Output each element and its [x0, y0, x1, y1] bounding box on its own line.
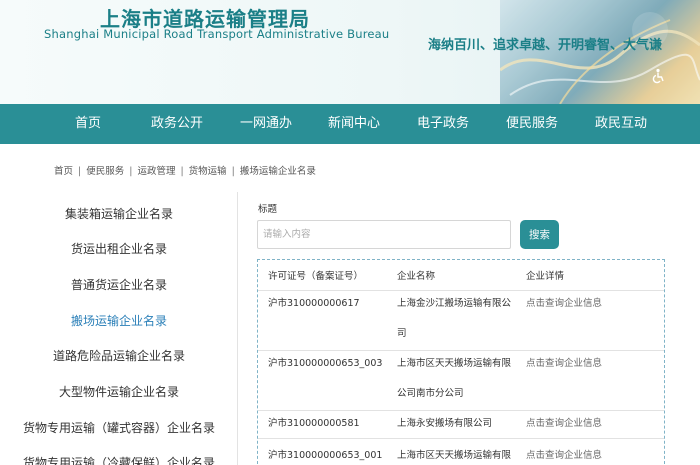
breadcrumb-separator: |: [180, 166, 184, 177]
sidebar-item-general-freight[interactable]: 普通货运企业名录: [0, 276, 238, 293]
sidebar-item-container-transport[interactable]: 集装箱运输企业名录: [0, 205, 238, 222]
table-cell-license: 沪市310000000617: [268, 298, 360, 309]
nav-item-citizen-services[interactable]: 便民服务: [492, 104, 572, 144]
site-header: 上海市道路运输管理局 Shanghai Municipal Road Trans…: [0, 0, 700, 104]
sidebar-item-tank-container[interactable]: 货物专用运输（罐式容器）企业名录: [0, 419, 238, 436]
sidebar-item-moving-transport[interactable]: 搬场运输企业名录: [0, 312, 238, 329]
nav-item-home[interactable]: 首页: [48, 104, 128, 144]
table-divider: [258, 438, 664, 439]
main-nav: 首页 政务公开 一网通办 新闻中心 电子政务 便民服务 政民互动: [0, 104, 700, 144]
breadcrumb-separator: |: [231, 166, 235, 177]
table-header-license: 许可证号（备案证号）: [268, 271, 364, 282]
breadcrumb: 首页 | 便民服务 | 运政管理 | 货物运输 | 搬场运输企业名录: [54, 163, 316, 177]
sidebar-item-freight-taxi[interactable]: 货运出租企业名录: [0, 240, 238, 257]
search-title-label: 标题: [258, 204, 278, 215]
table-cell-license: 沪市310000000581: [268, 418, 360, 429]
table-cell-company-name-cont: 公司南市分公司: [397, 388, 464, 399]
breadcrumb-separator: |: [129, 166, 133, 177]
breadcrumb-transport-admin[interactable]: 运政管理: [137, 163, 175, 177]
breadcrumb-separator: |: [78, 166, 82, 177]
nav-item-news-center[interactable]: 新闻中心: [314, 104, 394, 144]
table-cell-detail-link[interactable]: 点击查询企业信息: [526, 350, 602, 378]
nav-item-government-affairs[interactable]: 政务公开: [137, 104, 217, 144]
table-cell-company-name: 上海市区天天搬场运输有限: [397, 358, 512, 369]
table-cell-company-name-cont: 司: [397, 328, 407, 339]
table-cell-company-name: 上海金沙江搬场运输有限公: [397, 298, 512, 309]
table-cell-detail-link[interactable]: 点击查询企业信息: [526, 410, 602, 438]
search-button[interactable]: 搜索: [520, 220, 559, 249]
wheelchair-accessibility-icon[interactable]: [650, 68, 666, 84]
table-cell-company-name: 上海市区天天搬场运输有限: [397, 450, 512, 461]
header-slogan: 海纳百川、追求卓越、开明睿智、大气谦: [428, 38, 663, 53]
table-cell-detail-link[interactable]: 点击查询企业信息: [526, 442, 602, 465]
table-cell-detail-link[interactable]: 点击查询企业信息: [526, 290, 602, 318]
site-title-en: Shanghai Municipal Road Transport Admini…: [44, 27, 390, 41]
table-header-details: 企业详情: [526, 271, 565, 282]
sidebar-item-large-cargo[interactable]: 大型物件运输企业名录: [0, 383, 238, 400]
breadcrumb-current: 搬场运输企业名录: [239, 166, 316, 177]
table-cell-company-name: 上海永安搬场有限公司: [397, 418, 493, 429]
table-header-company-name: 企业名称: [397, 271, 436, 282]
nav-item-e-government[interactable]: 电子政务: [403, 104, 483, 144]
sidebar-item-cold-chain[interactable]: 货物专用运输（冷藏保鲜）企业名录: [0, 454, 238, 465]
nav-item-one-stop-service[interactable]: 一网通办: [226, 104, 306, 144]
table-cell-license: 沪市310000000653_003: [268, 358, 383, 369]
table-cell-license: 沪市310000000653_001: [268, 450, 383, 461]
search-input[interactable]: [257, 220, 511, 249]
sidebar-item-hazardous-goods[interactable]: 道路危险品运输企业名录: [0, 347, 238, 364]
breadcrumb-freight-transport[interactable]: 货物运输: [189, 163, 227, 177]
nav-item-public-interaction[interactable]: 政民互动: [581, 104, 661, 144]
breadcrumb-citizen-services[interactable]: 便民服务: [86, 163, 124, 177]
breadcrumb-home[interactable]: 首页: [54, 163, 73, 177]
